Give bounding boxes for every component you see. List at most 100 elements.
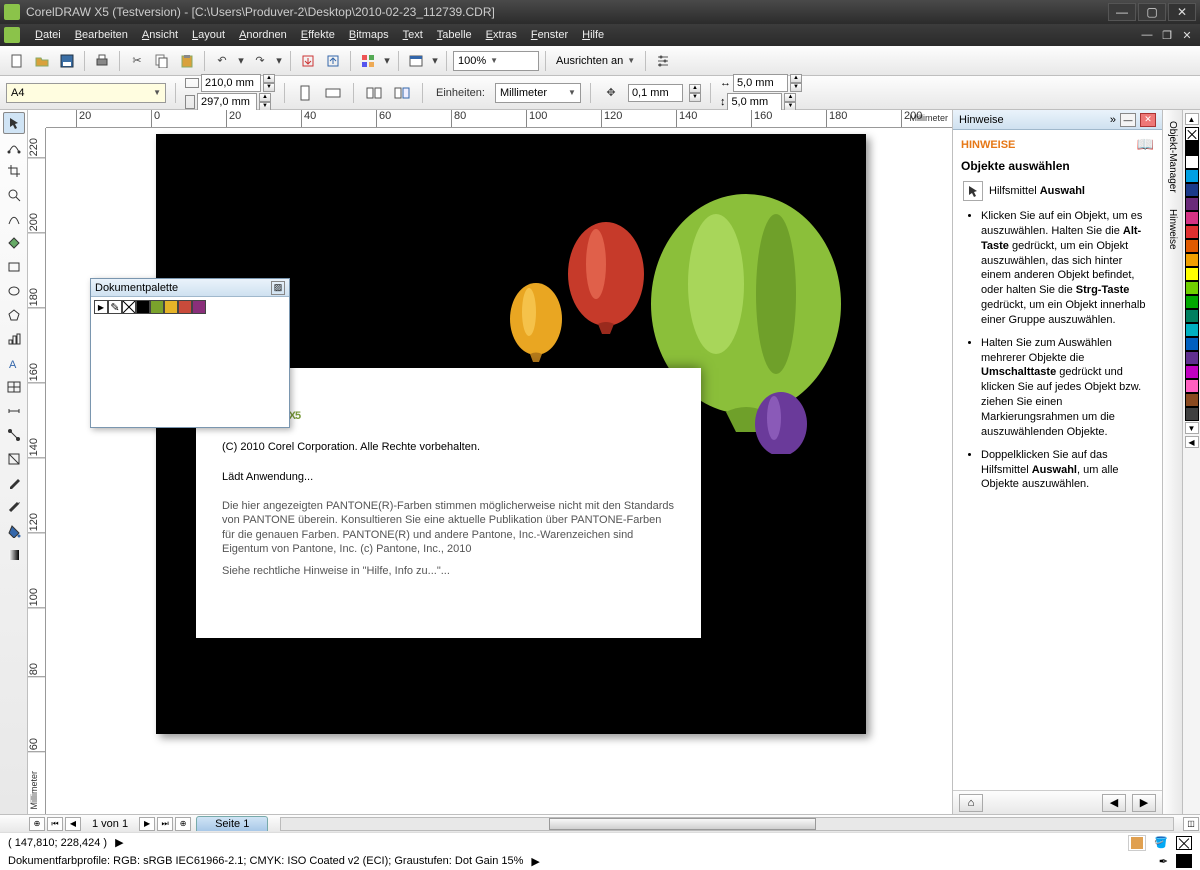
app-launcher-button[interactable] xyxy=(357,50,379,72)
hints-back-button[interactable]: ◀ xyxy=(1102,794,1126,812)
docker-tab-objekt-manager[interactable]: Objekt-Manager xyxy=(1164,114,1181,200)
redo-dropdown[interactable]: ▾ xyxy=(274,50,284,72)
undo-dropdown[interactable]: ▾ xyxy=(236,50,246,72)
document-palette[interactable]: Dokumentpalette ▨ ▶ ✎ xyxy=(90,278,290,428)
copy-button[interactable] xyxy=(151,50,173,72)
color-swatch[interactable] xyxy=(1185,169,1199,183)
color-swatch[interactable] xyxy=(1185,267,1199,281)
connector-tool[interactable] xyxy=(3,424,25,446)
hints-collapse-icon[interactable]: » xyxy=(1110,114,1116,126)
hints-forward-button[interactable]: ▶ xyxy=(1132,794,1156,812)
menu-layout[interactable]: Layout xyxy=(185,26,232,44)
palette-swatch[interactable] xyxy=(192,300,206,314)
pick-tool[interactable] xyxy=(3,112,25,134)
page-tab-1[interactable]: Seite 1 xyxy=(196,816,268,831)
nudge-spin-down[interactable]: ▼ xyxy=(689,93,701,102)
dup-y-input[interactable] xyxy=(727,93,782,111)
window-minimize-button[interactable]: — xyxy=(1108,3,1136,21)
mdi-close-button[interactable]: ✕ xyxy=(1178,27,1196,43)
polygon-tool[interactable] xyxy=(3,304,25,326)
drawing-area[interactable]: CorelDRAW® X5 (C) 2010 Corel Corporation… xyxy=(46,128,952,814)
interactive-fill-tool[interactable] xyxy=(3,544,25,566)
menu-fenster[interactable]: Fenster xyxy=(524,26,575,44)
color-swatch[interactable] xyxy=(1185,323,1199,337)
window-maximize-button[interactable]: ▢ xyxy=(1138,3,1166,21)
hints-home-button[interactable]: ⌂ xyxy=(959,794,983,812)
color-swatch[interactable] xyxy=(1185,155,1199,169)
dupx-spin-down[interactable]: ▼ xyxy=(790,83,802,92)
welcome-screen-button[interactable] xyxy=(405,50,427,72)
interactive-tool[interactable] xyxy=(3,448,25,470)
print-button[interactable] xyxy=(91,50,113,72)
menu-bitmaps[interactable]: Bitmaps xyxy=(342,26,396,44)
window-close-button[interactable]: ✕ xyxy=(1168,3,1196,21)
palette-flyout-button[interactable]: ▶ xyxy=(94,300,108,314)
app-launcher-dropdown[interactable]: ▾ xyxy=(382,50,392,72)
color-swatch[interactable] xyxy=(1185,337,1199,351)
rectangle-tool[interactable] xyxy=(3,256,25,278)
redo-button[interactable]: ↷ xyxy=(249,50,271,72)
snap-combo[interactable]: Ausrichten an ▼ xyxy=(552,51,639,71)
navigator-button[interactable]: ◫ xyxy=(1183,817,1199,831)
eyedropper-tool[interactable] xyxy=(3,472,25,494)
color-swatch[interactable] xyxy=(1185,239,1199,253)
menu-hilfe[interactable]: Hilfe xyxy=(575,26,611,44)
menu-ansicht[interactable]: Ansicht xyxy=(135,26,185,44)
nudge-spin-up[interactable]: ▲ xyxy=(689,84,701,93)
color-swatch[interactable] xyxy=(1185,141,1199,155)
palette-scroll-up[interactable]: ▲ xyxy=(1185,113,1199,125)
color-swatch[interactable] xyxy=(1185,365,1199,379)
color-swatch[interactable] xyxy=(1185,253,1199,267)
palette-swatch[interactable] xyxy=(164,300,178,314)
undo-button[interactable]: ↶ xyxy=(211,50,233,72)
palette-swatch[interactable] xyxy=(178,300,192,314)
page-width-input[interactable] xyxy=(201,74,261,92)
all-pages-button[interactable] xyxy=(363,82,385,104)
color-swatch[interactable] xyxy=(1185,211,1199,225)
color-swatch[interactable] xyxy=(1185,309,1199,323)
dupy-spin-up[interactable]: ▲ xyxy=(784,93,796,102)
dimension-tool[interactable] xyxy=(3,400,25,422)
fill-tool[interactable] xyxy=(3,520,25,542)
text-tool[interactable]: A xyxy=(3,352,25,374)
horizontal-ruler[interactable]: Millimeter 20020406080100120140160180200 xyxy=(46,110,952,128)
cut-button[interactable]: ✂ xyxy=(126,50,148,72)
palette-swatch[interactable] xyxy=(150,300,164,314)
page-preset-combo[interactable]: A4 ▼ xyxy=(6,83,166,103)
ellipse-tool[interactable] xyxy=(3,280,25,302)
table-tool[interactable] xyxy=(3,376,25,398)
outline-tool[interactable] xyxy=(3,496,25,518)
mdi-minimize-button[interactable]: — xyxy=(1138,27,1156,43)
units-combo[interactable]: Millimeter ▼ xyxy=(495,83,581,103)
zoom-combo[interactable]: 100% ▼ xyxy=(453,51,539,71)
first-page-button[interactable]: ⏮ xyxy=(47,817,63,831)
menu-text[interactable]: Text xyxy=(396,26,430,44)
new-button[interactable] xyxy=(6,50,28,72)
shape-tool[interactable] xyxy=(3,136,25,158)
dup-x-input[interactable] xyxy=(733,74,788,92)
save-button[interactable] xyxy=(56,50,78,72)
nudge-input[interactable] xyxy=(628,84,683,102)
width-spin-down[interactable]: ▼ xyxy=(263,83,275,92)
docker-tab-hinweise[interactable]: Hinweise xyxy=(1164,202,1181,257)
horizontal-scrollbar[interactable] xyxy=(280,817,1174,831)
current-outline-swatch[interactable] xyxy=(1176,854,1192,868)
menu-datei[interactable]: Datei xyxy=(28,26,68,44)
color-swatch[interactable] xyxy=(1185,379,1199,393)
no-fill-swatch[interactable] xyxy=(1185,127,1199,141)
height-spin-up[interactable]: ▲ xyxy=(259,93,271,102)
menu-effekte[interactable]: Effekte xyxy=(294,26,342,44)
orientation-landscape-button[interactable] xyxy=(322,82,344,104)
menu-bearbeiten[interactable]: Bearbeiten xyxy=(68,26,135,44)
dupx-spin-up[interactable]: ▲ xyxy=(790,74,802,83)
color-swatch[interactable] xyxy=(1185,197,1199,211)
color-swatch[interactable] xyxy=(1185,225,1199,239)
export-button[interactable] xyxy=(322,50,344,72)
menu-extras[interactable]: Extras xyxy=(479,26,524,44)
add-page-after-button[interactable]: ⊕ xyxy=(175,817,191,831)
prev-page-button[interactable]: ◀ xyxy=(65,817,81,831)
zoom-tool[interactable] xyxy=(3,184,25,206)
color-proof-button[interactable] xyxy=(1128,835,1146,851)
color-swatch[interactable] xyxy=(1185,351,1199,365)
freehand-tool[interactable] xyxy=(3,208,25,230)
